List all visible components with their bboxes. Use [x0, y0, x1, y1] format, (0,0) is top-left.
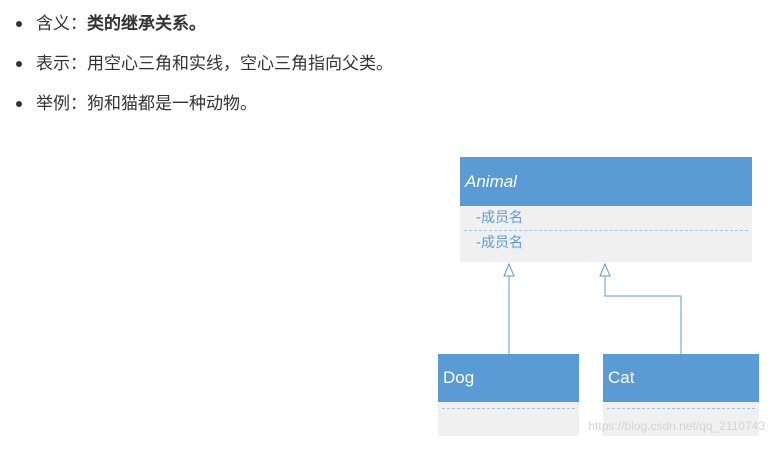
bullet-example: 举例：狗和猫都是一种动物。 — [14, 90, 393, 130]
hollow-triangle-icon — [599, 262, 611, 277]
cat-inheritance-arrow — [599, 262, 682, 354]
member-separator — [607, 408, 755, 409]
bullet-text: 用空心三角和实线，空心三角指向父类。 — [87, 54, 393, 74]
class-name-animal: Animal — [460, 157, 752, 206]
class-name-cat: Cat — [603, 354, 759, 402]
bullet-dot — [16, 61, 22, 67]
bullet-representation: 表示：用空心三角和实线，空心三角指向父类。 — [14, 50, 393, 90]
bullet-label: 含义： — [36, 14, 87, 34]
hollow-triangle-icon — [503, 262, 515, 277]
bullet-text: 狗和猫都是一种动物。 — [87, 94, 257, 114]
bullet-meaning: 含义：类的继承关系。 — [14, 10, 393, 50]
dog-inheritance-arrow — [503, 262, 515, 354]
bullet-list: 含义：类的继承关系。 表示：用空心三角和实线，空心三角指向父类。 举例：狗和猫都… — [14, 10, 393, 130]
bullet-dot — [16, 101, 22, 107]
bullet-text: 类的继承关系。 — [87, 14, 206, 34]
bullet-label: 表示： — [36, 54, 87, 74]
bullet-label: 举例： — [36, 94, 87, 114]
class-animal: Animal -成员名 -成员名 — [460, 157, 752, 262]
class-name-dog: Dog — [438, 354, 579, 402]
bullet-dot — [16, 21, 22, 27]
class-member: -成员名 — [476, 210, 524, 226]
watermark: https://blog.csdn.net/qq_2110743 — [588, 419, 765, 433]
class-dog: Dog — [438, 354, 579, 436]
member-separator — [442, 408, 575, 409]
class-member: -成员名 — [476, 235, 524, 251]
